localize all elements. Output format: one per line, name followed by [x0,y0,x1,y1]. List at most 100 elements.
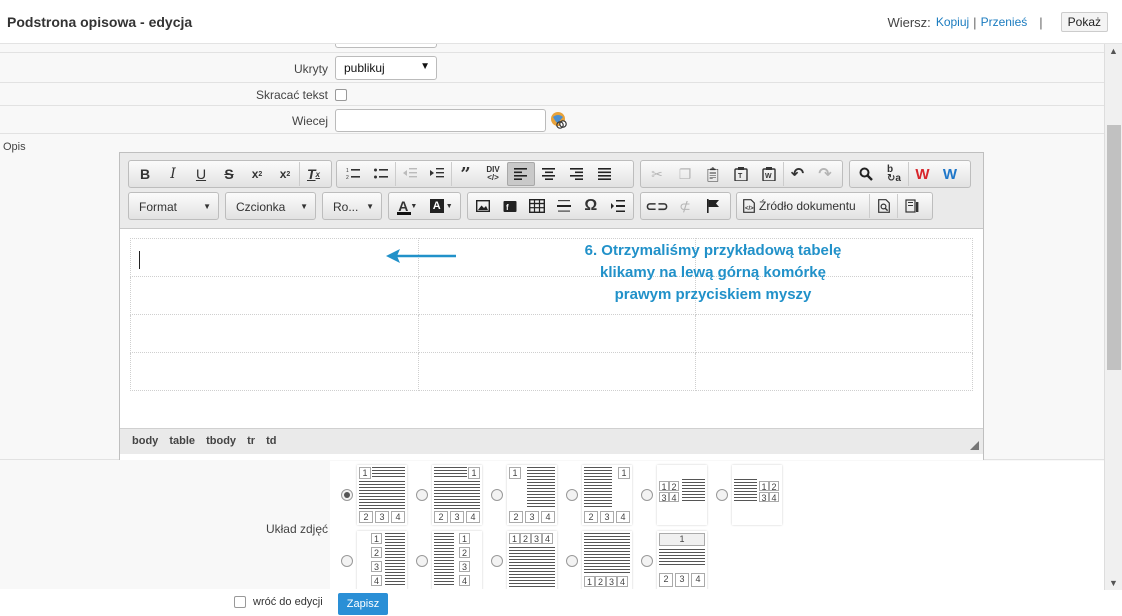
table-icon[interactable] [524,194,551,218]
indent-icon[interactable] [423,162,451,186]
layout-radio[interactable] [566,489,578,501]
remove-format-icon[interactable]: Tx [299,162,327,186]
layout-thumb[interactable]: 1 2 3 4 [582,465,632,525]
subscript-icon[interactable]: x2 [243,162,271,186]
layout-radio[interactable] [491,489,503,501]
przenies-link[interactable]: Przenieś [981,15,1028,29]
paste-icon[interactable]: 📋︎ [699,162,727,186]
layout-option-6[interactable]: 1 2 3 4 [716,465,786,525]
layout-option-9[interactable]: 1 2 3 4 [491,531,561,591]
replace-icon[interactable]: b ↻a [880,162,908,186]
back-to-edit-checkbox[interactable] [234,596,246,608]
layout-option-8[interactable]: 1 2 3 4 [416,531,486,591]
table-cell[interactable] [130,314,419,353]
link-icon[interactable]: ⊂⊃ [643,194,671,218]
table-cell[interactable] [130,352,419,391]
path-body[interactable]: body [132,435,158,447]
layout-option-5[interactable]: 1 2 3 4 [641,465,711,525]
layout-radio[interactable] [641,555,653,567]
copy-icon[interactable]: ❐ [671,162,699,186]
kopiuj-link[interactable]: Kopiuj [936,15,969,29]
path-table[interactable]: table [169,435,195,447]
layout-option-4[interactable]: 1 2 3 4 [566,465,636,525]
scroll-down-icon[interactable]: ▼ [1109,578,1118,588]
flash-icon[interactable]: f [497,194,524,218]
text-color-icon[interactable]: A ▼ [391,194,425,218]
select-partial[interactable] [335,44,437,48]
layout-thumb[interactable]: 1 2 3 4 [432,465,482,525]
layout-thumb[interactable]: 1 2 3 4 [507,531,557,591]
cut-icon[interactable]: ✂ [643,162,671,186]
pokaz-button[interactable]: Pokaż [1060,12,1108,32]
ukryty-select[interactable]: publikuj ▼ [335,56,437,80]
bold-icon[interactable]: B [131,162,159,186]
undo-icon[interactable]: ↶ [783,162,811,186]
anchor-flag-icon[interactable] [699,194,727,218]
templates-icon[interactable] [897,194,925,218]
spellcheck-red-w-icon[interactable]: W [908,162,936,186]
bulleted-list-icon[interactable] [367,162,395,186]
italic-icon[interactable]: I [159,162,187,186]
unlink-icon[interactable]: ⊄ [671,194,699,218]
strikethrough-icon[interactable]: S [215,162,243,186]
align-right-icon[interactable] [563,162,591,186]
layout-radio[interactable] [641,489,653,501]
layout-option-11[interactable]: 1 2 3 4 [641,531,711,591]
layout-radio[interactable] [341,555,353,567]
layout-radio[interactable] [491,555,503,567]
layout-radio[interactable] [566,555,578,567]
align-justify-icon[interactable] [591,162,619,186]
page-scrollbar[interactable]: ▲ ▼ [1104,44,1122,590]
path-td[interactable]: td [266,435,276,447]
superscript-icon[interactable]: x2 [271,162,299,186]
scrollbar-thumb[interactable] [1107,125,1121,370]
numbered-list-icon[interactable]: 12 [339,162,367,186]
layout-thumb[interactable]: 1 2 3 4 [432,531,482,591]
layout-thumb[interactable]: 1 2 3 4 [357,531,407,591]
preview-icon[interactable] [869,194,897,218]
layout-thumb[interactable]: 1 2 3 4 [357,465,407,525]
size-dropdown[interactable]: Ro... ▼ [322,192,382,220]
path-tr[interactable]: tr [247,435,255,447]
paste-from-word-icon[interactable]: W [755,162,783,186]
editor-content-area[interactable]: 6. Otrzymaliśmy przykładową tabelę klika… [120,230,983,427]
image-icon[interactable] [470,194,497,218]
format-dropdown[interactable]: Format ▼ [128,192,219,220]
layout-thumb[interactable]: 1 2 3 4 [582,531,632,591]
special-char-icon[interactable]: Ω [577,194,604,218]
layout-option-10[interactable]: 1 2 3 4 [566,531,636,591]
scroll-up-icon[interactable]: ▲ [1109,46,1118,56]
layout-radio[interactable] [416,489,428,501]
background-color-icon[interactable]: A ▼ [425,194,459,218]
layout-thumb[interactable]: 1 2 3 4 [657,465,707,525]
align-left-icon[interactable] [507,162,535,186]
layout-option-2[interactable]: 1 2 3 4 [416,465,486,525]
table-cell[interactable] [130,276,419,315]
layout-option-3[interactable]: 1 2 3 4 [491,465,561,525]
table-cell[interactable] [695,314,973,353]
horizontal-line-icon[interactable] [550,194,577,218]
layout-thumb[interactable]: 1 2 3 4 [507,465,557,525]
table-cell[interactable] [695,352,973,391]
layout-radio[interactable] [341,489,353,501]
blockquote-icon[interactable]: ” [451,162,479,186]
layout-option-1[interactable]: 1 2 3 4 [341,465,411,525]
skracac-checkbox[interactable] [335,89,347,101]
layout-option-7[interactable]: 1 2 3 4 [341,531,411,591]
redo-icon[interactable]: ↷ [811,162,839,186]
save-button[interactable]: Zapisz [338,593,388,615]
source-button[interactable]: </> Źródło dokumentu [739,194,869,218]
link-picker-icon[interactable] [550,111,568,129]
outdent-icon[interactable] [395,162,423,186]
layout-thumb[interactable]: 1 2 3 4 [657,531,707,591]
resize-handle-icon[interactable] [970,441,979,450]
layout-thumb[interactable]: 1 2 3 4 [732,465,782,525]
align-center-icon[interactable] [535,162,563,186]
table-cell[interactable] [418,314,696,353]
page-break-icon[interactable] [604,194,631,218]
search-icon[interactable] [852,162,880,186]
div-container-icon[interactable]: DIV </> [479,162,507,186]
path-tbody[interactable]: tbody [206,435,236,447]
table-cell-top-left[interactable] [130,238,419,277]
paste-text-icon[interactable]: T [727,162,755,186]
